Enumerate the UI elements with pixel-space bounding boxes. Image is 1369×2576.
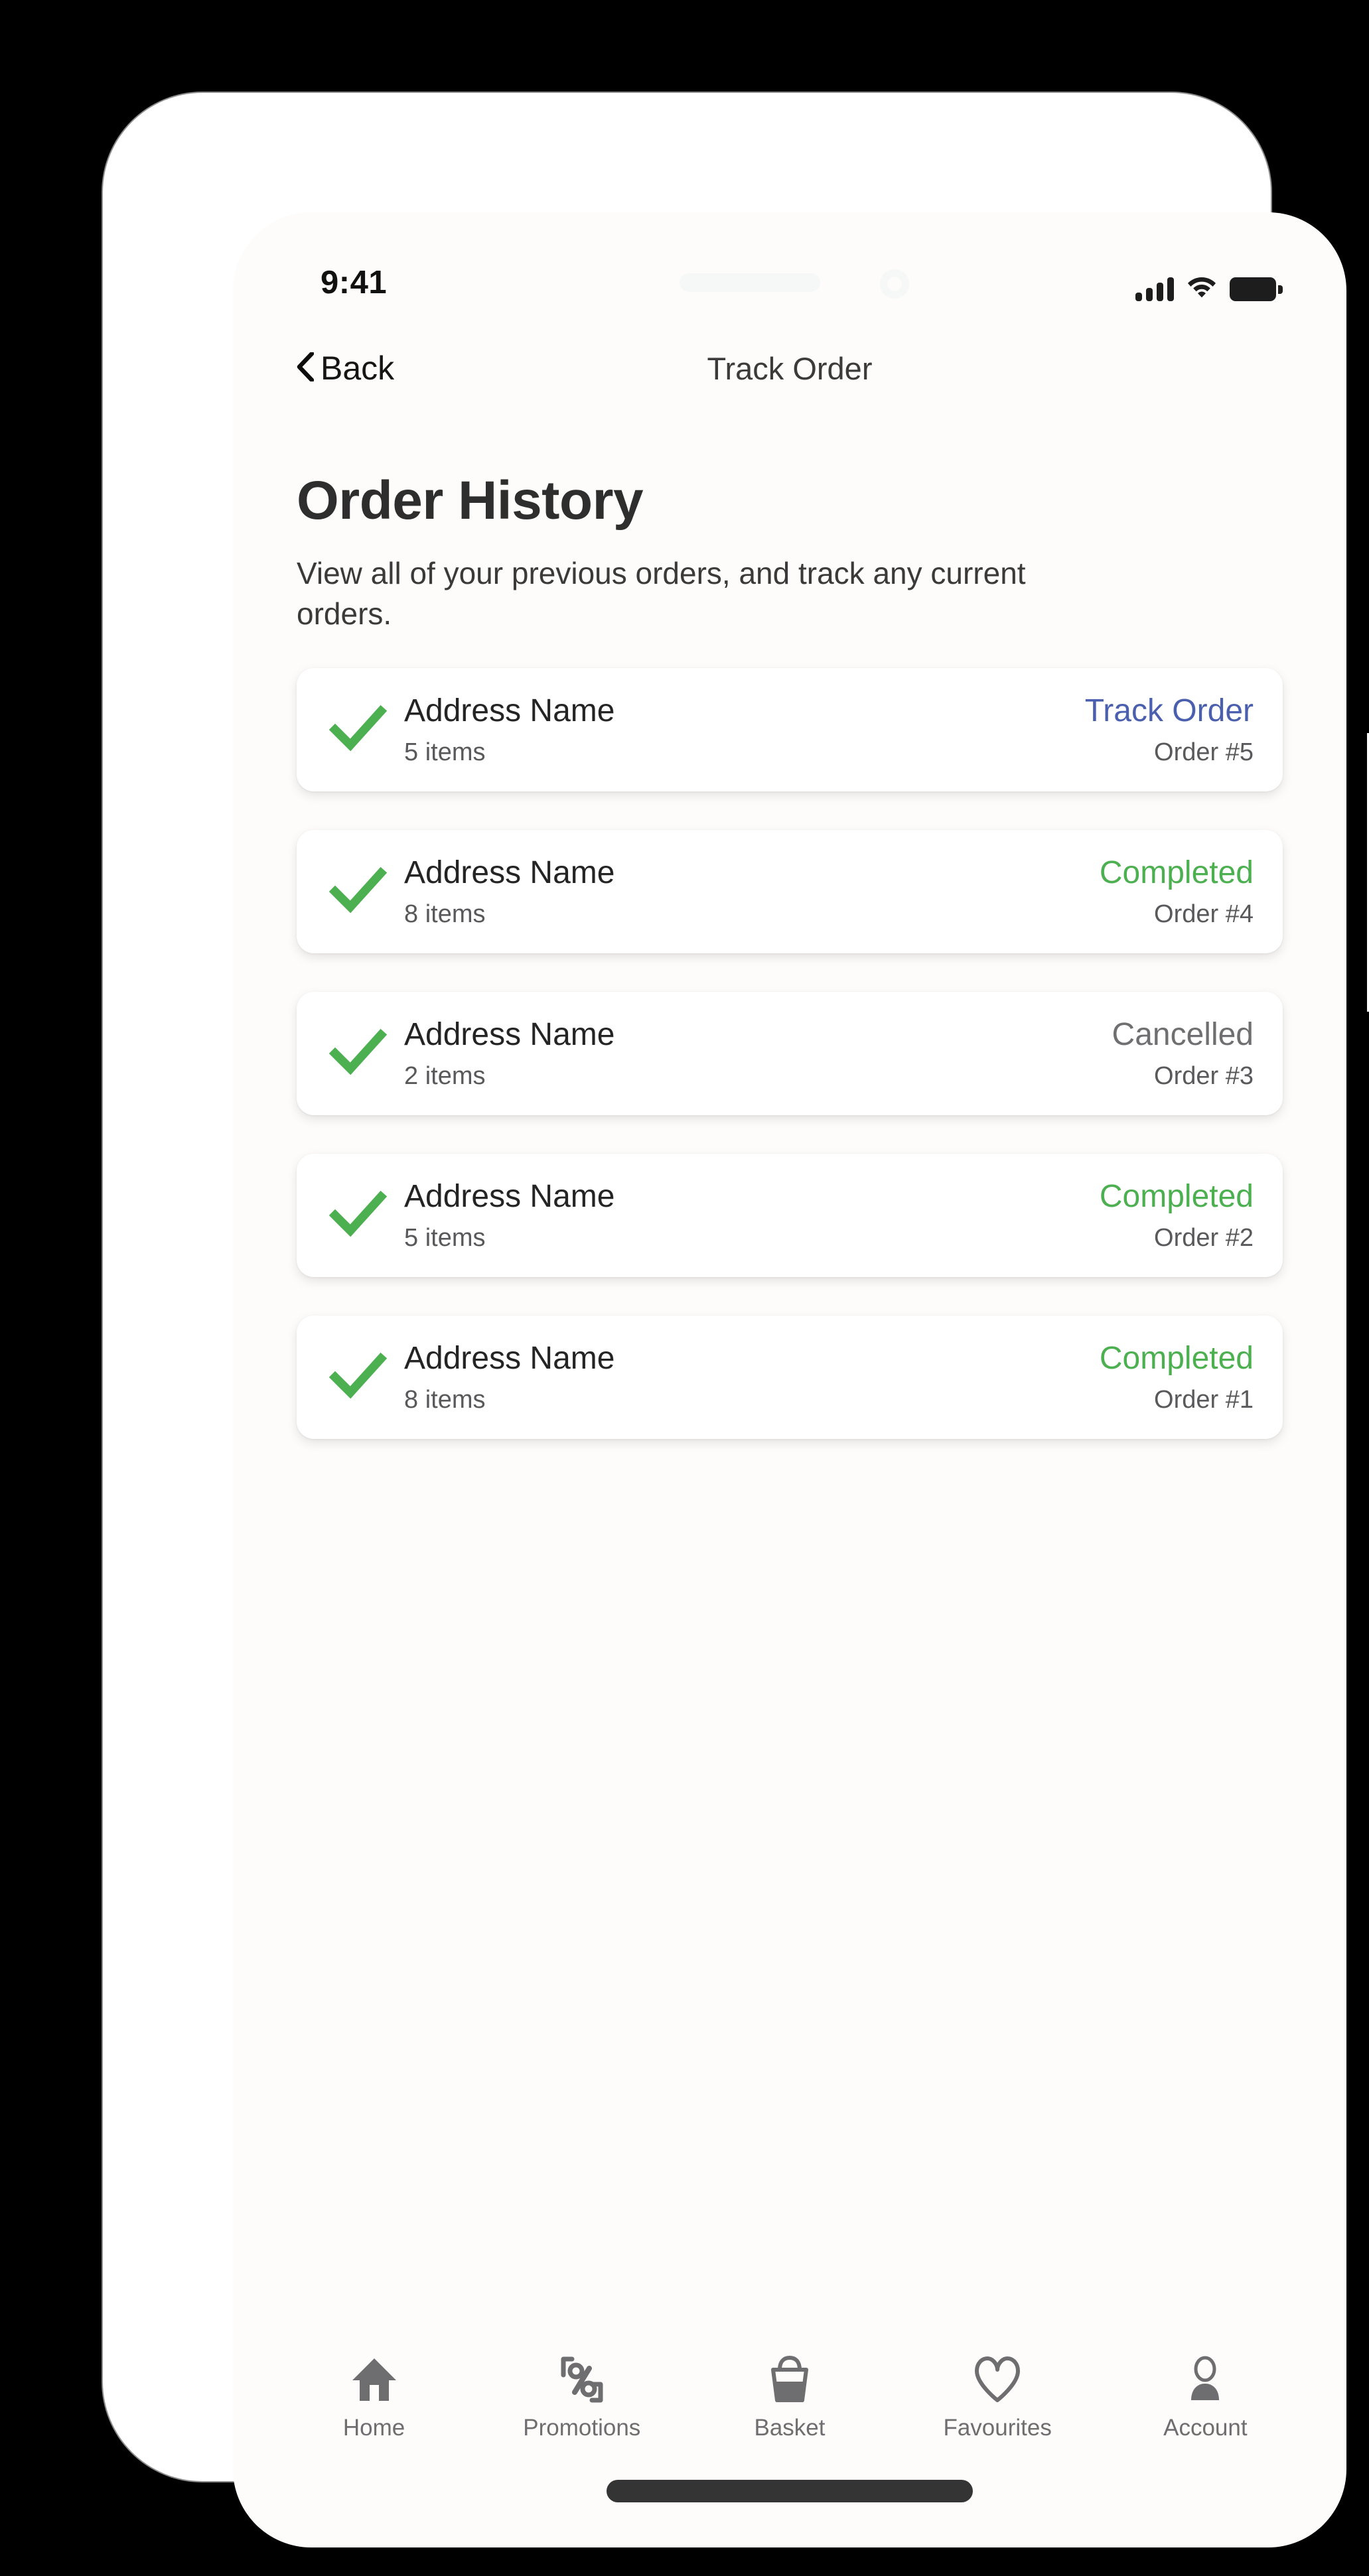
- tab-home-label: Home: [342, 2415, 405, 2441]
- tab-promotions-label: Promotions: [523, 2415, 641, 2441]
- order-item-count: 2 items: [404, 1062, 486, 1091]
- order-address: Address Name: [404, 1179, 615, 1215]
- green-check-icon: [323, 1180, 404, 1252]
- phone-screen: 9:41 Back Track Order Order History View…: [233, 212, 1346, 2547]
- battery-icon: [1230, 277, 1283, 301]
- bottom-tab-bar: Home Promotions Basket Favourites Accoun…: [233, 2329, 1346, 2468]
- green-check-icon: [323, 1341, 404, 1414]
- phone-frame: 9:41 Back Track Order Order History View…: [103, 93, 1369, 2547]
- percent-tag-icon: [557, 2355, 607, 2404]
- heart-icon: [973, 2355, 1022, 2404]
- order-address: Address Name: [404, 1341, 615, 1377]
- green-check-icon: [323, 694, 404, 766]
- tab-promotions[interactable]: Promotions: [506, 2355, 658, 2441]
- green-check-icon: [323, 856, 404, 928]
- order-status-badge: Cancelled: [1112, 1017, 1254, 1053]
- order-number: Order #3: [1154, 1062, 1254, 1091]
- order-address: Address Name: [404, 1017, 615, 1053]
- page-title: Order History: [297, 470, 644, 531]
- tab-account-label: Account: [1163, 2415, 1248, 2441]
- tab-basket[interactable]: Basket: [713, 2355, 866, 2441]
- order-status-badge: Completed: [1099, 1341, 1254, 1377]
- order-number: Order #4: [1154, 900, 1254, 929]
- order-card[interactable]: Address Name 5 items Track Order Order #…: [297, 668, 1283, 792]
- order-card-texts: Address Name 8 items Completed Order #4: [404, 854, 1254, 929]
- order-card[interactable]: Address Name 8 items Completed Order #1: [297, 1316, 1283, 1440]
- order-card-texts: Address Name 2 items Cancelled Order #3: [404, 1016, 1254, 1091]
- basket-icon: [765, 2355, 814, 2404]
- page-title-header: Track Order: [707, 350, 873, 386]
- tab-home[interactable]: Home: [298, 2355, 451, 2441]
- status-bar: 9:41: [233, 212, 1346, 318]
- volume-up-button[interactable]: [186, 650, 209, 849]
- volume-down-button[interactable]: [186, 889, 209, 1088]
- page-subtitle: View all of your previous orders, and tr…: [297, 556, 1026, 631]
- order-item-count: 8 items: [404, 1386, 486, 1414]
- home-indicator-area: [233, 2468, 1346, 2547]
- status-bar-icons: [1135, 275, 1283, 301]
- person-icon: [1181, 2355, 1230, 2404]
- tab-basket-label: Basket: [754, 2415, 826, 2441]
- wifi-icon: [1187, 275, 1216, 301]
- silence-switch-button[interactable]: [186, 517, 209, 594]
- tab-account[interactable]: Account: [1129, 2355, 1281, 2441]
- screenshot-stage: 9:41 Back Track Order Order History View…: [0, 0, 1369, 2576]
- order-status-badge: Completed: [1099, 855, 1254, 891]
- order-status-badge[interactable]: Track Order: [1085, 693, 1254, 729]
- order-card-texts: Address Name 5 items Track Order Order #…: [404, 693, 1254, 767]
- chevron-left-icon: [297, 351, 315, 385]
- order-item-count: 5 items: [404, 738, 486, 767]
- tab-favourites-label: Favourites: [943, 2415, 1052, 2441]
- back-button[interactable]: Back: [297, 349, 394, 387]
- order-card-texts: Address Name 5 items Completed Order #2: [404, 1178, 1254, 1253]
- order-card[interactable]: Address Name 8 items Completed Order #4: [297, 830, 1283, 954]
- nav-header: Back Track Order: [233, 318, 1346, 418]
- back-button-label: Back: [321, 350, 395, 387]
- order-address: Address Name: [404, 855, 615, 891]
- order-card[interactable]: Address Name 2 items Cancelled Order #3: [297, 992, 1283, 1116]
- order-card[interactable]: Address Name 5 items Completed Order #2: [297, 1154, 1283, 1278]
- order-number: Order #2: [1154, 1224, 1254, 1253]
- home-indicator[interactable]: [607, 2480, 973, 2502]
- signal-bars-icon: [1135, 277, 1174, 301]
- order-list: Address Name 5 items Track Order Order #…: [297, 668, 1283, 1440]
- green-check-icon: [323, 1018, 404, 1090]
- order-status-badge: Completed: [1099, 1179, 1254, 1215]
- device-bottom-slot: [585, 2557, 784, 2576]
- order-address: Address Name: [404, 693, 615, 729]
- main-content: Order History View all of your previous …: [233, 418, 1346, 2329]
- order-item-count: 5 items: [404, 1224, 486, 1253]
- order-card-texts: Address Name 8 items Completed Order #1: [404, 1340, 1254, 1414]
- order-number: Order #5: [1154, 738, 1254, 767]
- order-number: Order #1: [1154, 1386, 1254, 1414]
- tab-favourites[interactable]: Favourites: [921, 2355, 1074, 2441]
- home-icon: [350, 2355, 399, 2404]
- order-item-count: 8 items: [404, 900, 486, 929]
- status-bar-time: 9:41: [321, 265, 388, 301]
